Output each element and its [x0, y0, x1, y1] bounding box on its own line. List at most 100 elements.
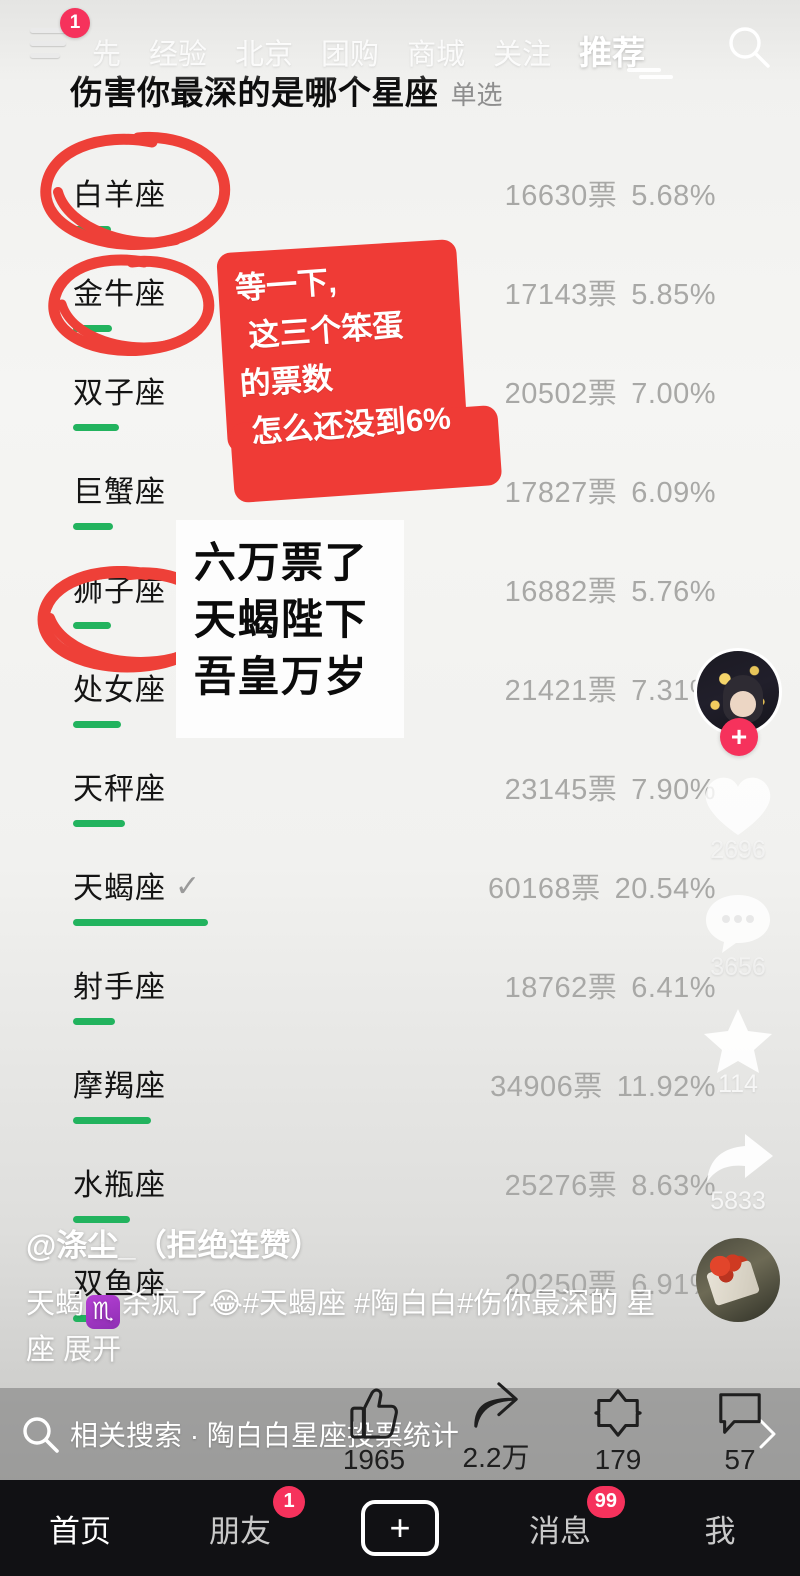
poll-vote-count: 16882票 [504, 576, 618, 608]
indicator-line [639, 75, 673, 79]
share-arrow-icon[interactable] [450, 1376, 542, 1434]
thumbs-up-icon[interactable] [328, 1384, 420, 1442]
comment-action[interactable]: 3656 [688, 887, 788, 982]
tab-jingyan[interactable]: 经验 [149, 31, 207, 73]
bottom-nav-friends-label: 朋友 1 [209, 1485, 305, 1551]
poll-option-label: 金牛座 [73, 278, 166, 311]
poll-progress-bar [73, 424, 119, 431]
tab-xuan[interactable]: 先 [92, 31, 121, 73]
poll-percent: 5.85% [631, 279, 716, 311]
poll-vote-count: 17143票 [504, 279, 618, 311]
poll-progress-bar [73, 1018, 115, 1025]
caption-part-1: 天蝎 [26, 1287, 85, 1320]
action-rail: + 2696 3656 114 5833 [688, 648, 788, 1322]
poll-vote-count: 16630票 [504, 180, 618, 212]
poll-progress-bar [73, 523, 113, 530]
engage-coin[interactable]: 179 [572, 1384, 664, 1476]
bottom-nav-profile[interactable]: 我 [640, 1506, 800, 1551]
search-icon [20, 1414, 60, 1454]
caption-text: 天蝎 ♏ 杀疯了😂#天蝎座 #陶白白#伤你最深的 星座 展开 [26, 1283, 666, 1373]
tab-beijing[interactable]: 北京 [235, 31, 293, 73]
poll-stats: 17827票 6.09% [505, 469, 716, 511]
caption-expand-button[interactable]: 展开 [63, 1334, 121, 1366]
engagement-stats-row: 1965 2.2万 179 57 [328, 1376, 786, 1476]
like-count: 2696 [710, 836, 766, 864]
poll-progress-bar [73, 721, 121, 728]
share-arrow-icon[interactable] [688, 1121, 788, 1193]
poll-stats: 23145票 7.90% [505, 766, 716, 808]
poll-progress-bar [73, 325, 112, 332]
star-icon[interactable] [688, 1004, 788, 1076]
tab-guanzhu[interactable]: 关注 [493, 31, 551, 73]
bottom-nav-home[interactable]: 首页 [0, 1506, 160, 1551]
like-action[interactable]: 2696 [688, 770, 788, 865]
comment-icon[interactable] [688, 887, 788, 959]
poll-vote-count: 23145票 [504, 774, 618, 806]
poll-percent: 5.68% [631, 180, 716, 212]
engage-share-count: 2.2万 [462, 1442, 530, 1473]
bottom-nav-home-label: 首页 [49, 1513, 111, 1549]
engage-comment-count: 57 [724, 1444, 756, 1475]
poll-progress-bar [73, 226, 111, 233]
poll-option-label: 白羊座 [73, 179, 166, 212]
poll-option-label: 水瓶座 [73, 1169, 166, 1202]
search-icon[interactable] [726, 24, 772, 70]
poll-option-label: 处女座 [73, 674, 166, 707]
author-username[interactable]: @涤尘_（拒绝连赞） [26, 1220, 666, 1265]
engage-like-count: 1965 [342, 1444, 406, 1475]
poll-progress-bar [73, 919, 208, 926]
white-annotation-sticker: 六万票了 天蝎陛下 吾皇万岁 [176, 520, 404, 738]
poll-option-label: 狮子座 [73, 575, 166, 608]
favorite-action[interactable]: 114 [688, 1004, 788, 1099]
poll-row[interactable]: 摩羯座 34906票 11.92% [0, 1041, 800, 1140]
comment-count: 3656 [710, 953, 766, 981]
hamburger-line [30, 40, 66, 46]
bottom-nav-create[interactable]: + [320, 1500, 480, 1556]
white-note-line-1: 六万票了 [194, 539, 369, 586]
top-navigation-bar: 1 先 经验 北京 团购 商城 关注 推荐 [0, 0, 800, 82]
author-avatar[interactable]: + [694, 648, 782, 756]
poll-row[interactable]: 射手座 18762票 6.41% [0, 942, 800, 1041]
engage-coin-count: 179 [594, 1444, 642, 1475]
tab-tuijian[interactable]: 推荐 [579, 26, 645, 74]
hamburger-line [30, 53, 60, 58]
engage-comment[interactable]: 57 [694, 1384, 786, 1476]
poll-progress-bar [73, 1117, 151, 1124]
tab-shangcheng[interactable]: 商城 [407, 31, 465, 73]
coin-icon[interactable] [572, 1384, 664, 1442]
poll-row[interactable]: 天秤座 23145票 7.90% [0, 744, 800, 843]
engage-like[interactable]: 1965 [328, 1384, 420, 1476]
comment-icon[interactable] [694, 1384, 786, 1442]
poll-row[interactable]: 天蝎座 ✓ 60168票 20.54% [0, 843, 800, 942]
indicator-line [627, 68, 661, 72]
poll-progress-bar [73, 622, 111, 629]
douyin-video-screen: 1 先 经验 北京 团购 商城 关注 推荐 伤害你最深的是哪个星座 单选 白羊座… [0, 0, 800, 1576]
engage-share[interactable]: 2.2万 [450, 1376, 542, 1476]
active-tab-indicator [627, 68, 673, 79]
messages-badge: 99 [586, 1485, 625, 1518]
poll-vote-count: 21421票 [504, 675, 618, 707]
white-note-line-2: 天蝎陛下 [194, 596, 369, 644]
music-disc-icon[interactable] [696, 1238, 780, 1322]
poll-selected-check-icon: ✓ [175, 870, 201, 903]
poll-vote-count: 17827票 [504, 477, 618, 509]
poll-vote-count: 60168票 [487, 873, 601, 905]
heart-icon[interactable] [688, 770, 788, 842]
caption-block: @涤尘_（拒绝连赞） 天蝎 ♏ 杀疯了😂#天蝎座 #陶白白#伤你最深的 星座 展开 [26, 1220, 666, 1373]
caption-part-2[interactable]: 杀疯了😂#天蝎座 #陶白白#伤你最深的 [122, 1288, 618, 1320]
tab-tuangou[interactable]: 团购 [321, 31, 379, 73]
menu-badge: 1 [60, 8, 90, 38]
white-note-line-3: 吾皇万岁 [194, 653, 369, 701]
bottom-nav-messages[interactable]: 消息 99 [480, 1485, 640, 1551]
bottom-nav-friends[interactable]: 朋友 1 [160, 1485, 320, 1551]
follow-button[interactable]: + [720, 718, 758, 756]
sticker-text: 等一下, 这三个笨蛋 的票数 怎么还没到6% [234, 247, 505, 457]
share-count: 5833 [710, 1187, 766, 1215]
poll-percent: 5.76% [631, 576, 716, 608]
poll-vote-count: 20502票 [504, 378, 618, 410]
poll-option-label: 巨蟹座 [73, 476, 166, 509]
poll-vote-count: 25276票 [504, 1170, 618, 1202]
plus-icon[interactable]: + [361, 1500, 439, 1556]
poll-row[interactable]: 白羊座 16630票 5.68% [0, 150, 800, 249]
share-action[interactable]: 5833 [688, 1121, 788, 1216]
